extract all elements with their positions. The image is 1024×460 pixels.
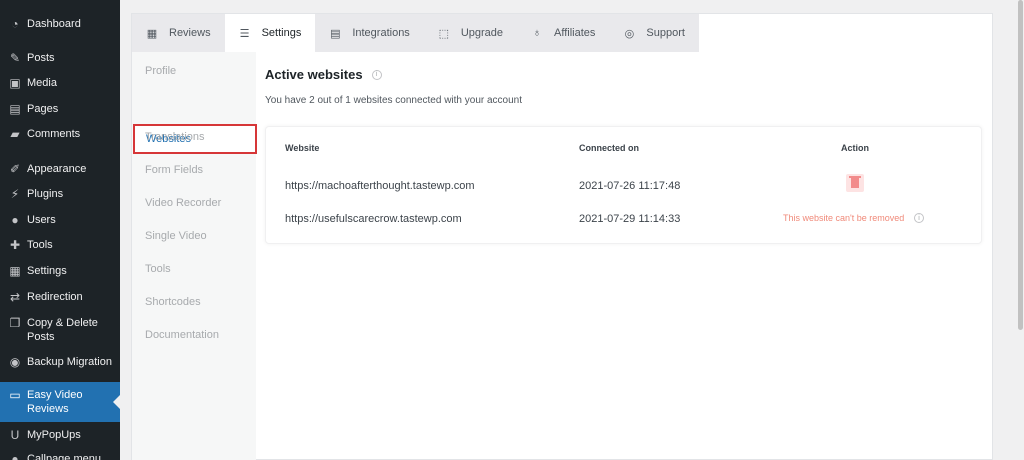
sidebar-item-tools[interactable]: ✚ Tools xyxy=(0,238,120,252)
sidebar-item-posts[interactable]: ✎ Posts xyxy=(0,51,120,65)
tab-reviews[interactable]: ▦ Reviews xyxy=(132,14,225,52)
pin-icon: ✎ xyxy=(9,51,21,65)
dashboard-icon: ◔ xyxy=(11,17,19,31)
delete-website-button[interactable] xyxy=(846,174,864,192)
subnav-item-form-fields[interactable]: Form Fields xyxy=(145,164,203,176)
plug-icon: ⚡ xyxy=(10,187,20,201)
sidebar-item-redirection[interactable]: ⇄ Redirection xyxy=(0,290,120,304)
tab-label: Upgrade xyxy=(460,27,504,39)
trash-icon xyxy=(849,176,861,188)
document-icon: ▤ xyxy=(330,27,341,40)
sidebar-item-label: Media xyxy=(27,77,57,89)
admin-sidebar: ◔ Dashboard ✎ Posts ▣ Media ▤ Pages ▰ Comment… xyxy=(0,0,120,460)
cannot-remove-note: This website can't be removed xyxy=(783,213,905,223)
phone-icon: ● xyxy=(11,452,19,460)
sidebar-item-label: MyPopUps xyxy=(27,429,81,441)
sidebar-item-label: Appearance xyxy=(27,163,87,175)
lifebuoy-icon: ◎ xyxy=(624,27,635,40)
row-1-connected: 2021-07-26 11:17:48 xyxy=(579,180,681,192)
subnav-item-documentation[interactable]: Documentation xyxy=(145,329,219,341)
row-2-website: https://usefulscarecrow.tastewp.com xyxy=(285,213,462,225)
tab-label: Reviews xyxy=(169,27,211,39)
user-icon: ● xyxy=(11,213,19,227)
subnav-item-profile[interactable]: Profile xyxy=(145,65,176,77)
sidebar-item-callpage[interactable]: ● Callpage menu xyxy=(0,452,120,460)
sidebar-item-backup-migration[interactable]: ◉ Backup Migration xyxy=(0,355,120,369)
sidebar-item-dashboard[interactable]: ◔ Dashboard xyxy=(0,17,120,31)
tab-label: Affiliates xyxy=(554,27,596,39)
tab-bar: ▦ Reviews ☰ Settings ▤ Integrations ⬚ Upgrad… xyxy=(132,14,699,52)
sidebar-item-label: Pages xyxy=(27,103,59,115)
subnav-item-tools[interactable]: Tools xyxy=(145,263,171,275)
sidebar-item-label: Dashboard xyxy=(27,18,81,30)
settings-panel: ▦ Reviews ☰ Settings ▤ Integrations ⬚ Upgrad… xyxy=(131,13,993,460)
subnav-item-single-video[interactable]: Single Video xyxy=(145,230,207,242)
tab-affiliates[interactable]: ♁ Affiliates xyxy=(517,14,609,52)
settings-icon: ▦ xyxy=(9,264,21,278)
tab-support[interactable]: ◎ Support xyxy=(609,14,699,52)
sidebar-item-mypopups[interactable]: U MyPopUps xyxy=(0,428,120,442)
page-title: Active websites i xyxy=(265,67,382,82)
subnav-item-translations[interactable]: Translations xyxy=(145,131,205,143)
page-scrollbar[interactable] xyxy=(1017,0,1024,460)
settings-subnav: Profile Websites Translations Form Field… xyxy=(132,52,257,460)
gift-icon: ⬚ xyxy=(438,27,450,40)
active-arrow xyxy=(113,395,120,409)
sidebar-item-label: Redirection xyxy=(27,291,83,303)
brush-icon: ✐ xyxy=(9,162,21,176)
sidebar-item-appearance[interactable]: ✐ Appearance xyxy=(0,162,120,176)
sidebar-item-label: Copy & Delete Posts xyxy=(27,317,98,343)
sidebar-item-label: Settings xyxy=(27,265,67,277)
sidebar-item-label: Users xyxy=(27,214,56,226)
tab-label: Integrations xyxy=(352,27,410,39)
tab-integrations[interactable]: ▤ Integrations xyxy=(315,14,423,52)
media-icon: ▣ xyxy=(9,76,21,90)
sidebar-item-label: Callpage menu xyxy=(27,453,101,460)
sidebar-item-pages[interactable]: ▤ Pages xyxy=(0,102,120,116)
sidebar-item-label: Easy Video Reviews xyxy=(27,389,83,415)
column-header-website: Website xyxy=(285,143,320,153)
copy-icon: ❐ xyxy=(9,316,21,330)
sidebar-item-label: Comments xyxy=(27,128,81,140)
medal-icon: ♁ xyxy=(532,27,542,39)
tab-settings[interactable]: ☰ Settings xyxy=(224,14,316,52)
page-subtitle: You have 2 out of 1 websites connected w… xyxy=(265,95,523,106)
sidebar-item-label: Backup Migration xyxy=(27,356,112,368)
column-header-connected: Connected on xyxy=(579,143,639,153)
sliders-icon: ☰ xyxy=(239,27,250,40)
sidebar-item-comments[interactable]: ▰ Comments xyxy=(0,127,120,141)
column-header-action: Action xyxy=(841,143,869,153)
subnav-item-shortcodes[interactable]: Shortcodes xyxy=(145,296,201,308)
tab-label: Settings xyxy=(261,27,302,39)
sidebar-item-label: Plugins xyxy=(27,188,64,200)
wrench-icon: ✚ xyxy=(9,238,21,252)
scrollbar-thumb[interactable] xyxy=(1018,0,1023,330)
sidebar-item-media[interactable]: ▣ Media xyxy=(0,76,120,90)
info-icon[interactable]: i xyxy=(914,213,924,223)
sidebar-item-label: Posts xyxy=(27,52,55,64)
sidebar-item-settings[interactable]: ▦ Settings xyxy=(0,264,120,278)
popup-icon: U xyxy=(10,428,20,442)
sidebar-item-easy-video-reviews[interactable]: ▭ Easy Video Reviews xyxy=(0,382,120,422)
film-icon: ▦ xyxy=(146,27,158,40)
row-1-website: https://machoafterthought.tastewp.com xyxy=(285,180,475,192)
backup-icon: ◉ xyxy=(9,355,21,369)
sidebar-item-label: Tools xyxy=(27,239,53,251)
tab-label: Support xyxy=(646,27,685,39)
tab-upgrade[interactable]: ⬚ Upgrade xyxy=(424,14,517,52)
comments-icon: ▰ xyxy=(10,127,20,141)
info-icon[interactable]: i xyxy=(371,69,382,80)
subnav-item-video-recorder[interactable]: Video Recorder xyxy=(145,197,221,209)
sidebar-item-users[interactable]: ● Users xyxy=(0,213,120,227)
sidebar-item-plugins[interactable]: ⚡ Plugins xyxy=(0,187,120,201)
row-2-connected: 2021-07-29 11:14:33 xyxy=(579,213,681,225)
video-icon: ▭ xyxy=(9,388,21,402)
websites-table: Website Connected on Action https://mach… xyxy=(265,126,982,244)
pages-icon: ▤ xyxy=(9,102,21,116)
page-title-text: Active websites xyxy=(265,67,363,82)
sidebar-item-copy-delete-posts[interactable]: ❐ Copy & Delete Posts xyxy=(0,316,120,344)
redirect-icon: ⇄ xyxy=(9,290,21,304)
